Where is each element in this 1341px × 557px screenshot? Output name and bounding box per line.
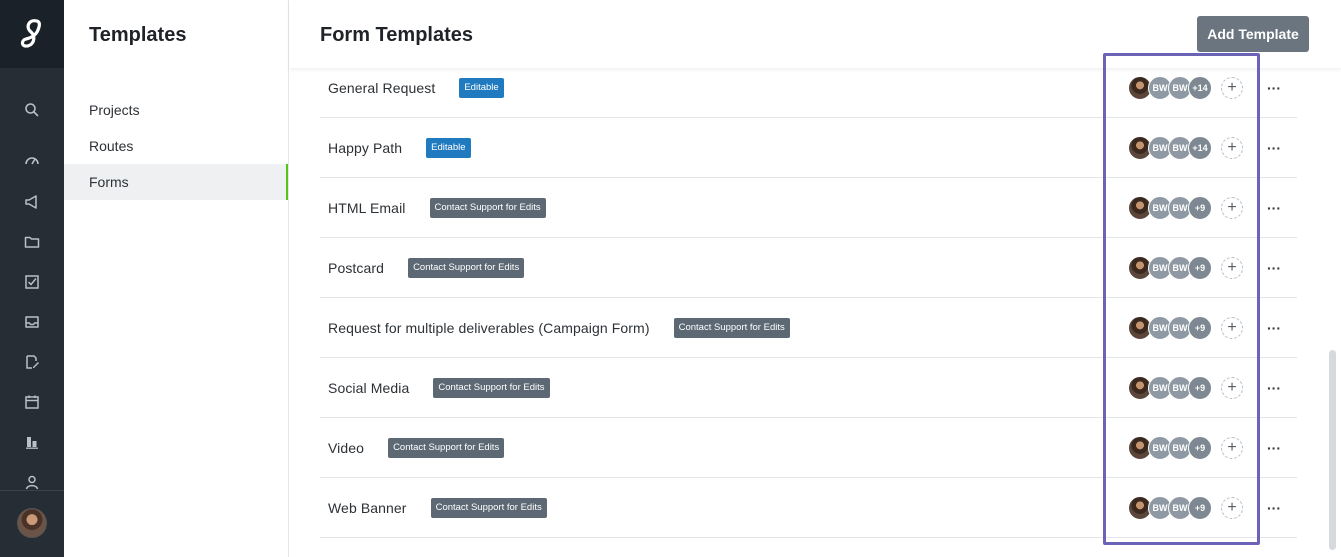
plus-icon: + bbox=[1227, 79, 1237, 96]
template-name[interactable]: Social Media bbox=[328, 380, 409, 396]
sidebar-title: Templates bbox=[89, 24, 187, 46]
more-assignees-count[interactable]: +9 bbox=[1188, 196, 1212, 220]
assignee-avatars[interactable]: BW BW +9 + bbox=[1128, 256, 1243, 280]
rail-divider bbox=[0, 490, 64, 491]
sidebar-item-forms[interactable]: Forms bbox=[64, 164, 288, 200]
more-assignees-count[interactable]: +14 bbox=[1188, 76, 1212, 100]
add-assignee-button[interactable]: + bbox=[1221, 257, 1243, 279]
template-row[interactable]: Web Banner Contact Support for Edits BW … bbox=[320, 478, 1297, 538]
more-options-icon[interactable]: ··· bbox=[1265, 319, 1283, 337]
folder-icon[interactable] bbox=[0, 222, 64, 262]
more-assignees-count[interactable]: +14 bbox=[1188, 136, 1212, 160]
template-list: General Request Editable BW BW +14 + ···… bbox=[320, 58, 1297, 538]
add-template-button[interactable]: Add Template bbox=[1197, 16, 1309, 52]
plus-icon: + bbox=[1227, 199, 1237, 216]
template-row[interactable]: Postcard Contact Support for Edits BW BW… bbox=[320, 238, 1297, 298]
user-icon[interactable] bbox=[0, 462, 64, 502]
template-row[interactable]: Happy Path Editable BW BW +14 + ··· bbox=[320, 118, 1297, 178]
logo-icon bbox=[20, 19, 41, 48]
add-assignee-button[interactable]: + bbox=[1221, 77, 1243, 99]
assignee-avatars[interactable]: BW BW +9 + bbox=[1128, 436, 1243, 460]
app-logo[interactable] bbox=[0, 0, 64, 68]
more-assignees-count[interactable]: +9 bbox=[1188, 436, 1212, 460]
plus-icon: + bbox=[1227, 439, 1237, 456]
page-title: Form Templates bbox=[320, 24, 473, 46]
contact-support-badge: Contact Support for Edits bbox=[388, 437, 505, 458]
checkbox-icon[interactable] bbox=[0, 262, 64, 302]
sidebar-item-routes[interactable]: Routes bbox=[64, 128, 288, 164]
template-row[interactable]: Video Contact Support for Edits BW BW +9… bbox=[320, 418, 1297, 478]
plus-icon: + bbox=[1227, 499, 1237, 516]
template-name[interactable]: Postcard bbox=[328, 260, 384, 276]
template-name[interactable]: Video bbox=[328, 440, 364, 456]
more-options-icon[interactable]: ··· bbox=[1265, 259, 1283, 277]
add-assignee-button[interactable]: + bbox=[1221, 437, 1243, 459]
add-assignee-button[interactable]: + bbox=[1221, 377, 1243, 399]
assignee-avatars[interactable]: BW BW +9 + bbox=[1128, 496, 1243, 520]
assignee-avatars[interactable]: BW BW +14 + bbox=[1128, 76, 1243, 100]
edit-document-icon[interactable] bbox=[0, 342, 64, 382]
editable-badge: Editable bbox=[426, 137, 471, 158]
editable-badge: Editable bbox=[459, 77, 504, 98]
more-options-icon[interactable]: ··· bbox=[1265, 139, 1283, 157]
assignee-avatars[interactable]: BW BW +9 + bbox=[1128, 196, 1243, 220]
scrollbar[interactable] bbox=[1329, 350, 1336, 550]
megaphone-icon[interactable] bbox=[0, 182, 64, 222]
search-icon[interactable] bbox=[0, 90, 64, 130]
contact-support-badge: Contact Support for Edits bbox=[430, 497, 547, 518]
more-assignees-count[interactable]: +9 bbox=[1188, 316, 1212, 340]
add-assignee-button[interactable]: + bbox=[1221, 497, 1243, 519]
add-assignee-button[interactable]: + bbox=[1221, 317, 1243, 339]
contact-support-badge: Contact Support for Edits bbox=[429, 197, 546, 218]
assignee-avatars[interactable]: BW BW +9 + bbox=[1128, 316, 1243, 340]
more-assignees-count[interactable]: +9 bbox=[1188, 496, 1212, 520]
plus-icon: + bbox=[1227, 379, 1237, 396]
inbox-icon[interactable] bbox=[0, 302, 64, 342]
calendar-icon[interactable] bbox=[0, 382, 64, 422]
more-options-icon[interactable]: ··· bbox=[1265, 439, 1283, 457]
plus-icon: + bbox=[1227, 259, 1237, 276]
template-name[interactable]: Web Banner bbox=[328, 500, 407, 516]
more-options-icon[interactable]: ··· bbox=[1265, 499, 1283, 517]
add-assignee-button[interactable]: + bbox=[1221, 137, 1243, 159]
sidebar-item-projects[interactable]: Projects bbox=[64, 92, 288, 128]
add-assignee-button[interactable]: + bbox=[1221, 197, 1243, 219]
dashboard-icon[interactable] bbox=[0, 141, 64, 181]
contact-support-badge: Contact Support for Edits bbox=[673, 317, 790, 338]
contact-support-badge: Contact Support for Edits bbox=[433, 377, 550, 398]
template-row[interactable]: Request for multiple deliverables (Campa… bbox=[320, 298, 1297, 358]
app-rail bbox=[0, 0, 64, 557]
template-name[interactable]: Request for multiple deliverables (Campa… bbox=[328, 320, 650, 336]
more-assignees-count[interactable]: +9 bbox=[1188, 256, 1212, 280]
more-options-icon[interactable]: ··· bbox=[1265, 199, 1283, 217]
template-name[interactable]: Happy Path bbox=[328, 140, 402, 156]
template-row[interactable]: Social Media Contact Support for Edits B… bbox=[320, 358, 1297, 418]
contact-support-badge: Contact Support for Edits bbox=[408, 257, 525, 278]
more-assignees-count[interactable]: +9 bbox=[1188, 376, 1212, 400]
assignee-avatars[interactable]: BW BW +14 + bbox=[1128, 136, 1243, 160]
page-header: Form Templates Add Template bbox=[289, 0, 1341, 68]
current-user-avatar[interactable] bbox=[17, 508, 47, 538]
assignee-avatars[interactable]: BW BW +9 + bbox=[1128, 376, 1243, 400]
chart-icon[interactable] bbox=[0, 422, 64, 462]
more-options-icon[interactable]: ··· bbox=[1265, 79, 1283, 97]
template-row[interactable]: HTML Email Contact Support for Edits BW … bbox=[320, 178, 1297, 238]
plus-icon: + bbox=[1227, 139, 1237, 156]
template-name[interactable]: General Request bbox=[328, 80, 435, 96]
templates-sidebar: Templates Projects Routes Forms bbox=[64, 0, 289, 557]
template-name[interactable]: HTML Email bbox=[328, 200, 406, 216]
more-options-icon[interactable]: ··· bbox=[1265, 379, 1283, 397]
plus-icon: + bbox=[1227, 319, 1237, 336]
